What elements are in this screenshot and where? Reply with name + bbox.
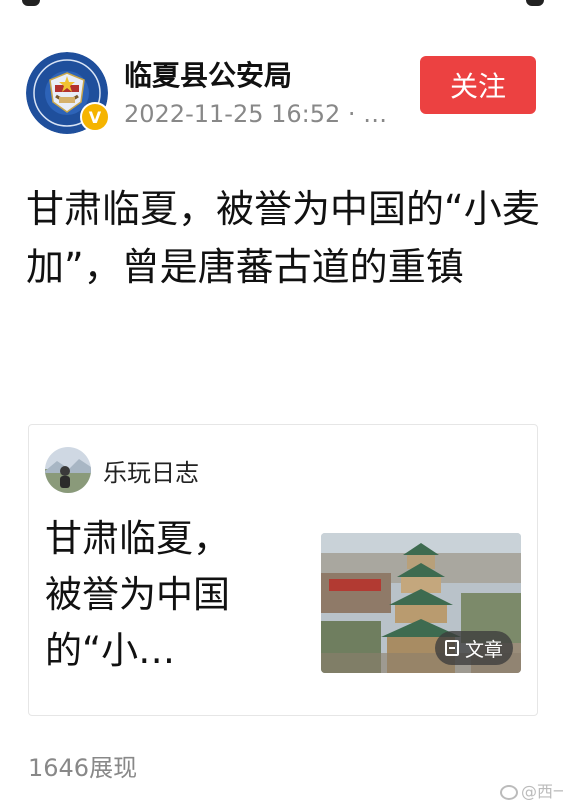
post-headline[interactable]: 甘肃临夏，被誉为中国的“小麦加”，曾是唐蕃古道的重镇 <box>26 180 546 296</box>
weibo-icon <box>500 785 518 800</box>
status-sliver <box>0 0 563 14</box>
card-title-line: 的“小… <box>45 629 176 672</box>
view-count: 1646展现 <box>28 754 138 782</box>
card-title: 甘肃临夏， 被誉为中国 的“小… <box>45 511 295 679</box>
post-header: V 临夏县公安局 2022-11-25 16:52 · … 关注 <box>0 40 563 140</box>
document-icon <box>444 640 459 656</box>
more-ellipsis[interactable]: · … <box>340 100 387 128</box>
article-type-label: 文章 <box>464 638 503 661</box>
shared-article-card[interactable]: 乐玩日志 甘肃临夏， 被誉为中国 的“小… 文章 <box>28 424 538 716</box>
card-author-name: 乐玩日志 <box>103 458 199 487</box>
verified-badge-icon: V <box>80 102 110 132</box>
follow-button[interactable]: 关注 <box>420 56 536 114</box>
author-avatar <box>45 447 91 493</box>
card-title-line: 被誉为中国 <box>45 573 230 616</box>
article-type-badge: 文章 <box>434 631 513 665</box>
post-timestamp: 2022-11-25 16:52 <box>124 100 341 128</box>
post-meta: 2022-11-25 16:52 · … <box>124 100 387 128</box>
weibo-watermark: @西一 <box>500 778 563 802</box>
card-author[interactable]: 乐玩日志 <box>45 447 199 493</box>
card-title-line: 甘肃临夏， <box>45 517 230 560</box>
account-name[interactable]: 临夏县公安局 <box>124 54 292 94</box>
account-avatar[interactable]: V <box>26 52 110 134</box>
watermark-text: @西一 <box>521 782 563 801</box>
card-thumbnail[interactable]: 文章 <box>321 533 521 673</box>
